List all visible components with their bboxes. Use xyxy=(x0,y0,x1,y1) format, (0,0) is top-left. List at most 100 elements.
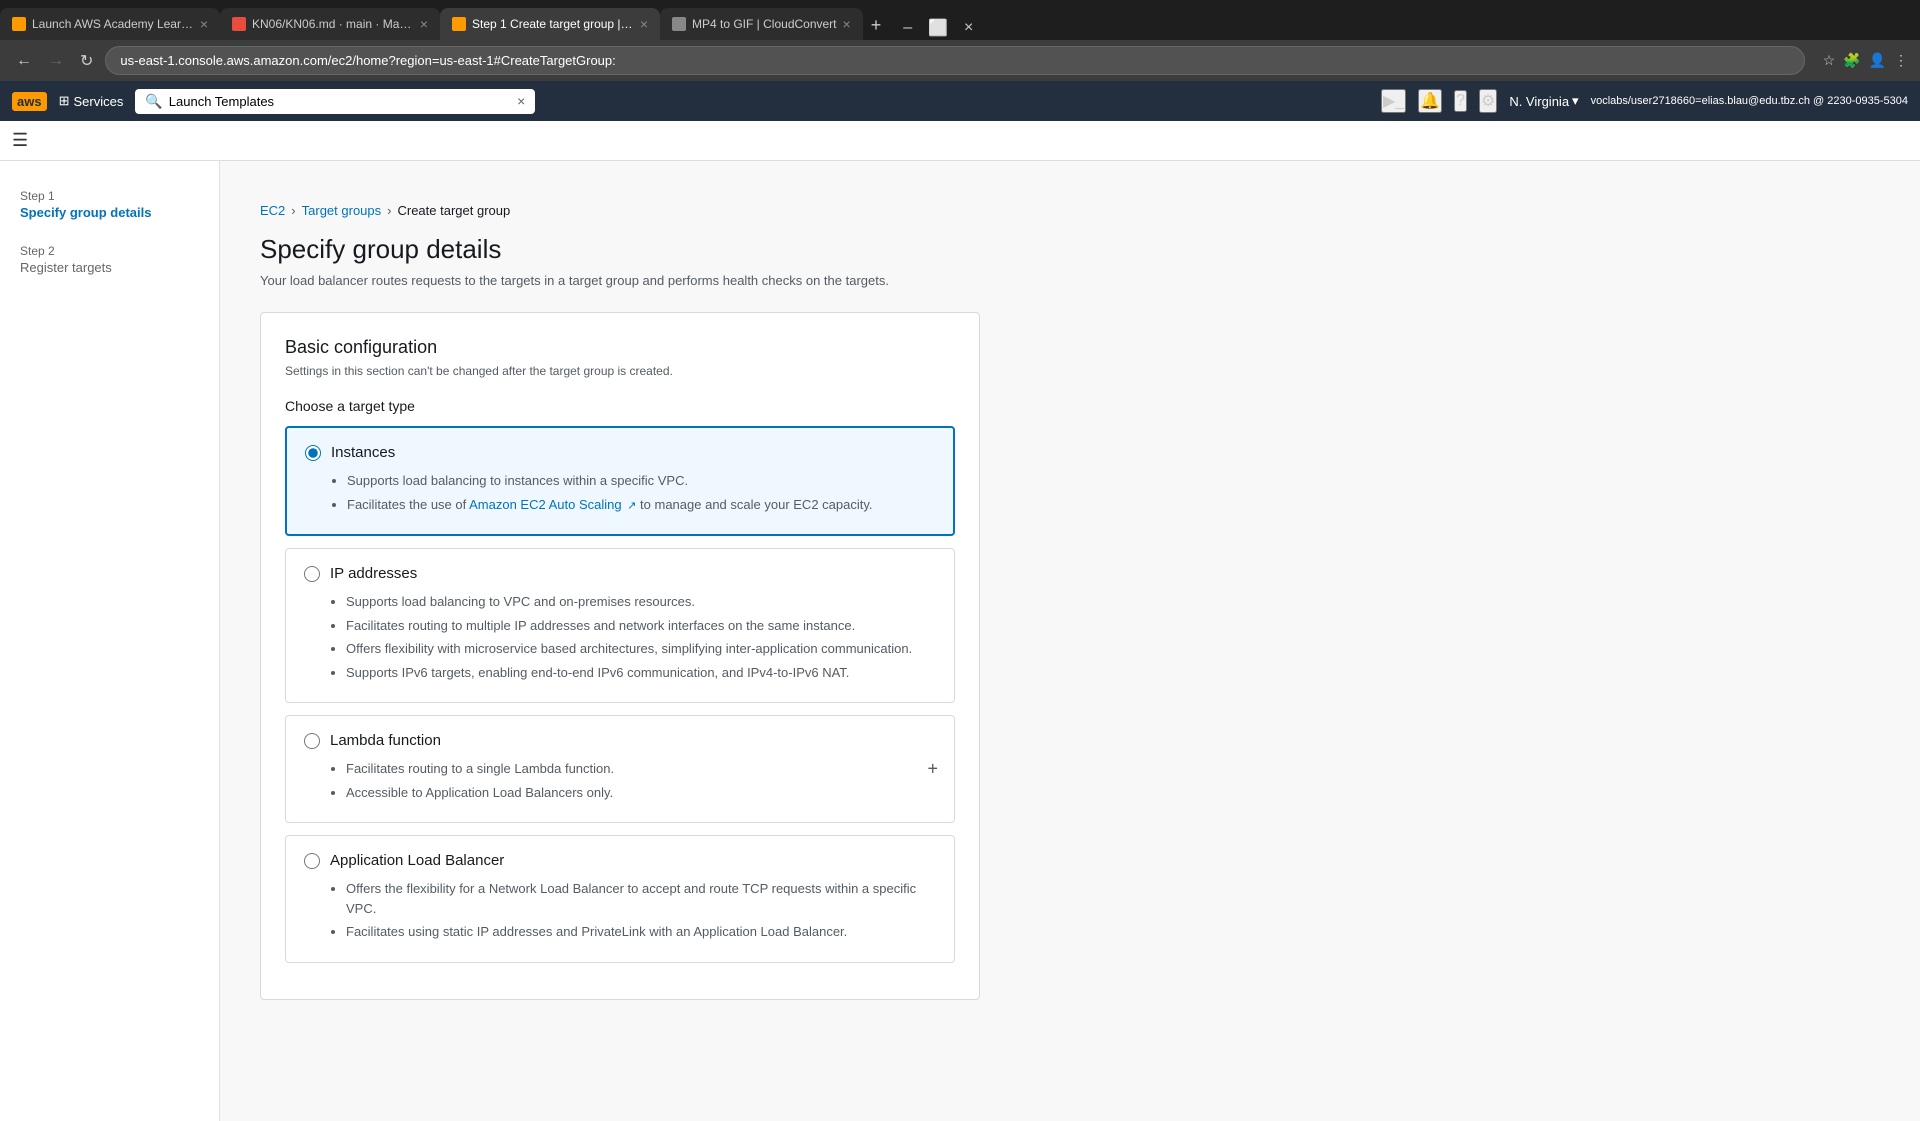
main-content: EC2 › Target groups › Create target grou… xyxy=(220,161,1920,1121)
tab4-close[interactable]: × xyxy=(843,16,851,32)
minimize-button[interactable]: – xyxy=(897,17,918,39)
alb-label: Application Load Balancer xyxy=(330,852,504,869)
alb-option[interactable]: Application Load Balancer Offers the fle… xyxy=(285,835,955,963)
tab2-close[interactable]: × xyxy=(420,16,428,32)
alb-bullet-1: Offers the flexibility for a Network Loa… xyxy=(346,879,936,918)
lambda-bullet-2: Accessible to Application Load Balancers… xyxy=(346,783,936,803)
address-bar: ← → ↻ us-east-1.console.aws.amazon.com/e… xyxy=(0,40,1920,81)
aws-logo-text: aws xyxy=(12,92,47,111)
tab4-favicon xyxy=(672,17,686,31)
alb-bullets: Offers the flexibility for a Network Loa… xyxy=(304,879,936,942)
close-button[interactable]: × xyxy=(958,17,979,39)
basic-config-card: Basic configuration Settings in this sec… xyxy=(260,312,980,1000)
search-clear-button[interactable]: × xyxy=(517,93,525,109)
ip-addresses-header: IP addresses xyxy=(304,565,936,582)
tab1-favicon xyxy=(12,17,26,31)
back-button[interactable]: ← xyxy=(12,48,36,74)
services-button[interactable]: ⊞ Services xyxy=(59,93,124,109)
breadcrumb-current: Create target group xyxy=(397,203,510,218)
aws-header: aws ⊞ Services 🔍 × ▶_ 🔔 ? ⚙ N. Virginia … xyxy=(0,81,1920,121)
step1-label: Step 1 xyxy=(20,189,199,203)
breadcrumb: EC2 › Target groups › Create target grou… xyxy=(260,191,1880,234)
settings-icon[interactable]: ⚙ xyxy=(1479,89,1497,113)
region-chevron: ▾ xyxy=(1572,93,1579,109)
maximize-button[interactable]: ⬜ xyxy=(922,16,954,40)
region-text: N. Virginia xyxy=(1509,94,1569,109)
hamburger-menu[interactable]: ☰ xyxy=(12,130,28,151)
browser-tab-2[interactable]: KN06/KN06.md · main · Marcel... × xyxy=(220,8,440,40)
instances-option[interactable]: Instances Supports load balancing to ins… xyxy=(285,426,955,536)
secondary-nav: ☰ xyxy=(0,121,1920,161)
external-link-icon: ↗ xyxy=(627,500,636,512)
step2-label: Step 2 xyxy=(20,244,199,258)
extensions-icon[interactable]: 🧩 xyxy=(1843,52,1860,69)
grid-icon: ⊞ xyxy=(59,93,70,109)
ip-addresses-bullets: Supports load balancing to VPC and on-pr… xyxy=(304,592,936,682)
tab2-title: KN06/KN06.md · main · Marcel... xyxy=(252,17,414,31)
instances-header: Instances xyxy=(305,444,935,461)
alb-bullet-2: Facilitates using static IP addresses an… xyxy=(346,922,936,942)
cloudshell-icon[interactable]: ▶_ xyxy=(1381,89,1406,113)
reload-button[interactable]: ↻ xyxy=(76,47,97,75)
instances-bullet-1: Supports load balancing to instances wit… xyxy=(347,471,935,491)
support-icon[interactable]: ? xyxy=(1454,90,1467,112)
lambda-header: Lambda function xyxy=(304,732,936,749)
page-subtitle: Your load balancer routes requests to th… xyxy=(260,273,1880,288)
ip-bullet-4: Supports IPv6 targets, enabling end-to-e… xyxy=(346,663,936,683)
lambda-bullets: Facilitates routing to a single Lambda f… xyxy=(304,759,936,802)
browser-tab-1[interactable]: Launch AWS Academy Learner ... × xyxy=(0,8,220,40)
tab1-title: Launch AWS Academy Learner ... xyxy=(32,17,194,31)
page-title: Specify group details xyxy=(260,234,1880,265)
tab1-close[interactable]: × xyxy=(200,16,208,32)
browser-tab-4[interactable]: MP4 to GIF | CloudConvert × xyxy=(660,8,863,40)
menu-icon[interactable]: ⋮ xyxy=(1894,52,1908,69)
breadcrumb-sep-2: › xyxy=(387,203,391,218)
instances-bullet-2: Facilitates the use of Amazon EC2 Auto S… xyxy=(347,495,935,515)
instances-bullets: Supports load balancing to instances wit… xyxy=(305,471,935,514)
ip-addresses-option[interactable]: IP addresses Supports load balancing to … xyxy=(285,548,955,703)
ip-bullet-1: Supports load balancing to VPC and on-pr… xyxy=(346,592,936,612)
ip-addresses-radio[interactable] xyxy=(304,566,320,582)
choose-target-label: Choose a target type xyxy=(285,398,955,414)
main-layout: Step 1 Specify group details Step 2 Regi… xyxy=(0,161,1920,1121)
instances-radio[interactable] xyxy=(305,445,321,461)
breadcrumb-ec2[interactable]: EC2 xyxy=(260,203,285,218)
profile-icon[interactable]: 👤 xyxy=(1869,52,1886,69)
aws-search-bar[interactable]: 🔍 × xyxy=(135,89,535,114)
card-subtitle: Settings in this section can't be change… xyxy=(285,364,955,378)
instances-label: Instances xyxy=(331,444,395,461)
search-input[interactable] xyxy=(169,94,511,109)
lambda-bullet-1: Facilitates routing to a single Lambda f… xyxy=(346,759,936,779)
account-info[interactable]: voclabs/user2718660=elias.blau@edu.tbz.c… xyxy=(1591,95,1908,107)
card-title: Basic configuration xyxy=(285,337,955,358)
address-icons: ☆ 🧩 👤 ⋮ xyxy=(1823,52,1908,69)
new-tab-button[interactable]: + xyxy=(863,11,890,40)
url-text: us-east-1.console.aws.amazon.com/ec2/hom… xyxy=(120,53,1789,68)
tab3-title: Step 1 Create target group | EC2 xyxy=(472,17,634,31)
tab2-favicon xyxy=(232,17,246,31)
lambda-radio[interactable] xyxy=(304,733,320,749)
lambda-label: Lambda function xyxy=(330,732,441,749)
browser-tab-3[interactable]: Step 1 Create target group | EC2 × xyxy=(440,8,660,40)
url-bar[interactable]: us-east-1.console.aws.amazon.com/ec2/hom… xyxy=(105,46,1804,75)
search-icon: 🔍 xyxy=(145,93,162,110)
services-label: Services xyxy=(73,94,123,109)
forward-button[interactable]: → xyxy=(44,48,68,74)
region-selector[interactable]: N. Virginia ▾ xyxy=(1509,93,1578,109)
lambda-function-option[interactable]: Lambda function + Facilitates routing to… xyxy=(285,715,955,823)
aws-header-right: ▶_ 🔔 ? ⚙ N. Virginia ▾ voclabs/user27186… xyxy=(1381,89,1908,113)
aws-logo: aws xyxy=(12,92,47,111)
notifications-icon[interactable]: 🔔 xyxy=(1418,89,1442,113)
tab3-close[interactable]: × xyxy=(640,16,648,32)
breadcrumb-sep-1: › xyxy=(291,203,295,218)
sidebar-step-1: Step 1 Specify group details xyxy=(0,181,219,228)
alb-radio[interactable] xyxy=(304,853,320,869)
sidebar-step-2: Step 2 Register targets xyxy=(0,236,219,283)
breadcrumb-target-groups[interactable]: Target groups xyxy=(302,203,382,218)
bookmark-icon[interactable]: ☆ xyxy=(1823,52,1836,69)
step1-link[interactable]: Specify group details xyxy=(20,205,199,220)
lambda-plus-icon: + xyxy=(927,759,938,780)
auto-scaling-link[interactable]: Amazon EC2 Auto Scaling ↗ xyxy=(469,497,636,512)
alb-header: Application Load Balancer xyxy=(304,852,936,869)
tab4-title: MP4 to GIF | CloudConvert xyxy=(692,17,837,31)
